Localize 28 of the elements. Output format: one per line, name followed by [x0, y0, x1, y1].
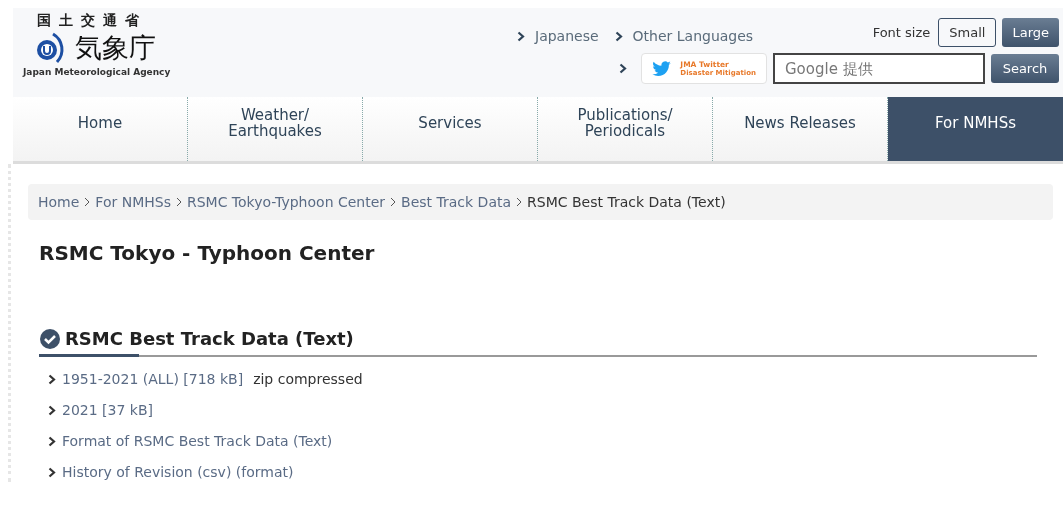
- breadcrumb-current: RSMC Best Track Data (Text): [527, 192, 726, 212]
- nav-tab[interactable]: Publications/ Periodicals: [538, 97, 713, 161]
- breadcrumb-link[interactable]: RSMC Tokyo-Typhoon Center: [186, 191, 386, 213]
- language-link[interactable]: Other Languages: [632, 26, 754, 47]
- nav-tab[interactable]: For NMHSs: [888, 97, 1063, 161]
- search-button[interactable]: Search: [991, 54, 1059, 83]
- agency-english-name: Japan Meteorological Agency: [23, 66, 172, 79]
- section-title: RSMC Best Track Data (Text): [65, 327, 354, 351]
- font-size-label: Font size: [872, 23, 931, 42]
- language-link[interactable]: Japanese: [535, 26, 599, 47]
- search-field[interactable]: Google 提供: [773, 53, 985, 84]
- download-link[interactable]: History of Revision (csv) (format): [62, 462, 294, 482]
- link-note: zip compressed: [253, 370, 363, 389]
- download-link[interactable]: 1951-2021 (ALL) [718 kB]: [62, 369, 244, 389]
- breadcrumb-link[interactable]: For NMHSs: [95, 191, 171, 213]
- breadcrumb-link[interactable]: Home: [38, 191, 80, 213]
- font-size-button[interactable]: Large: [1002, 18, 1059, 47]
- nav-tab[interactable]: News Releases: [713, 97, 888, 161]
- agency-name: 気象庁: [75, 33, 156, 63]
- page-title: RSMC Tokyo - Typhoon Center: [39, 240, 376, 267]
- nav-tab[interactable]: Weather/ Earthquakes: [188, 97, 363, 161]
- nav-tab[interactable]: Home: [13, 97, 188, 161]
- ministry-name: 国土交通省: [36, 12, 148, 28]
- download-link[interactable]: Format of RSMC Best Track Data (Text): [62, 431, 333, 451]
- nav-tab[interactable]: Services: [363, 97, 538, 161]
- font-size-button[interactable]: Small: [938, 18, 997, 47]
- download-link[interactable]: 2021 [37 kB]: [62, 400, 153, 420]
- breadcrumb-link[interactable]: Best Track Data: [401, 191, 512, 213]
